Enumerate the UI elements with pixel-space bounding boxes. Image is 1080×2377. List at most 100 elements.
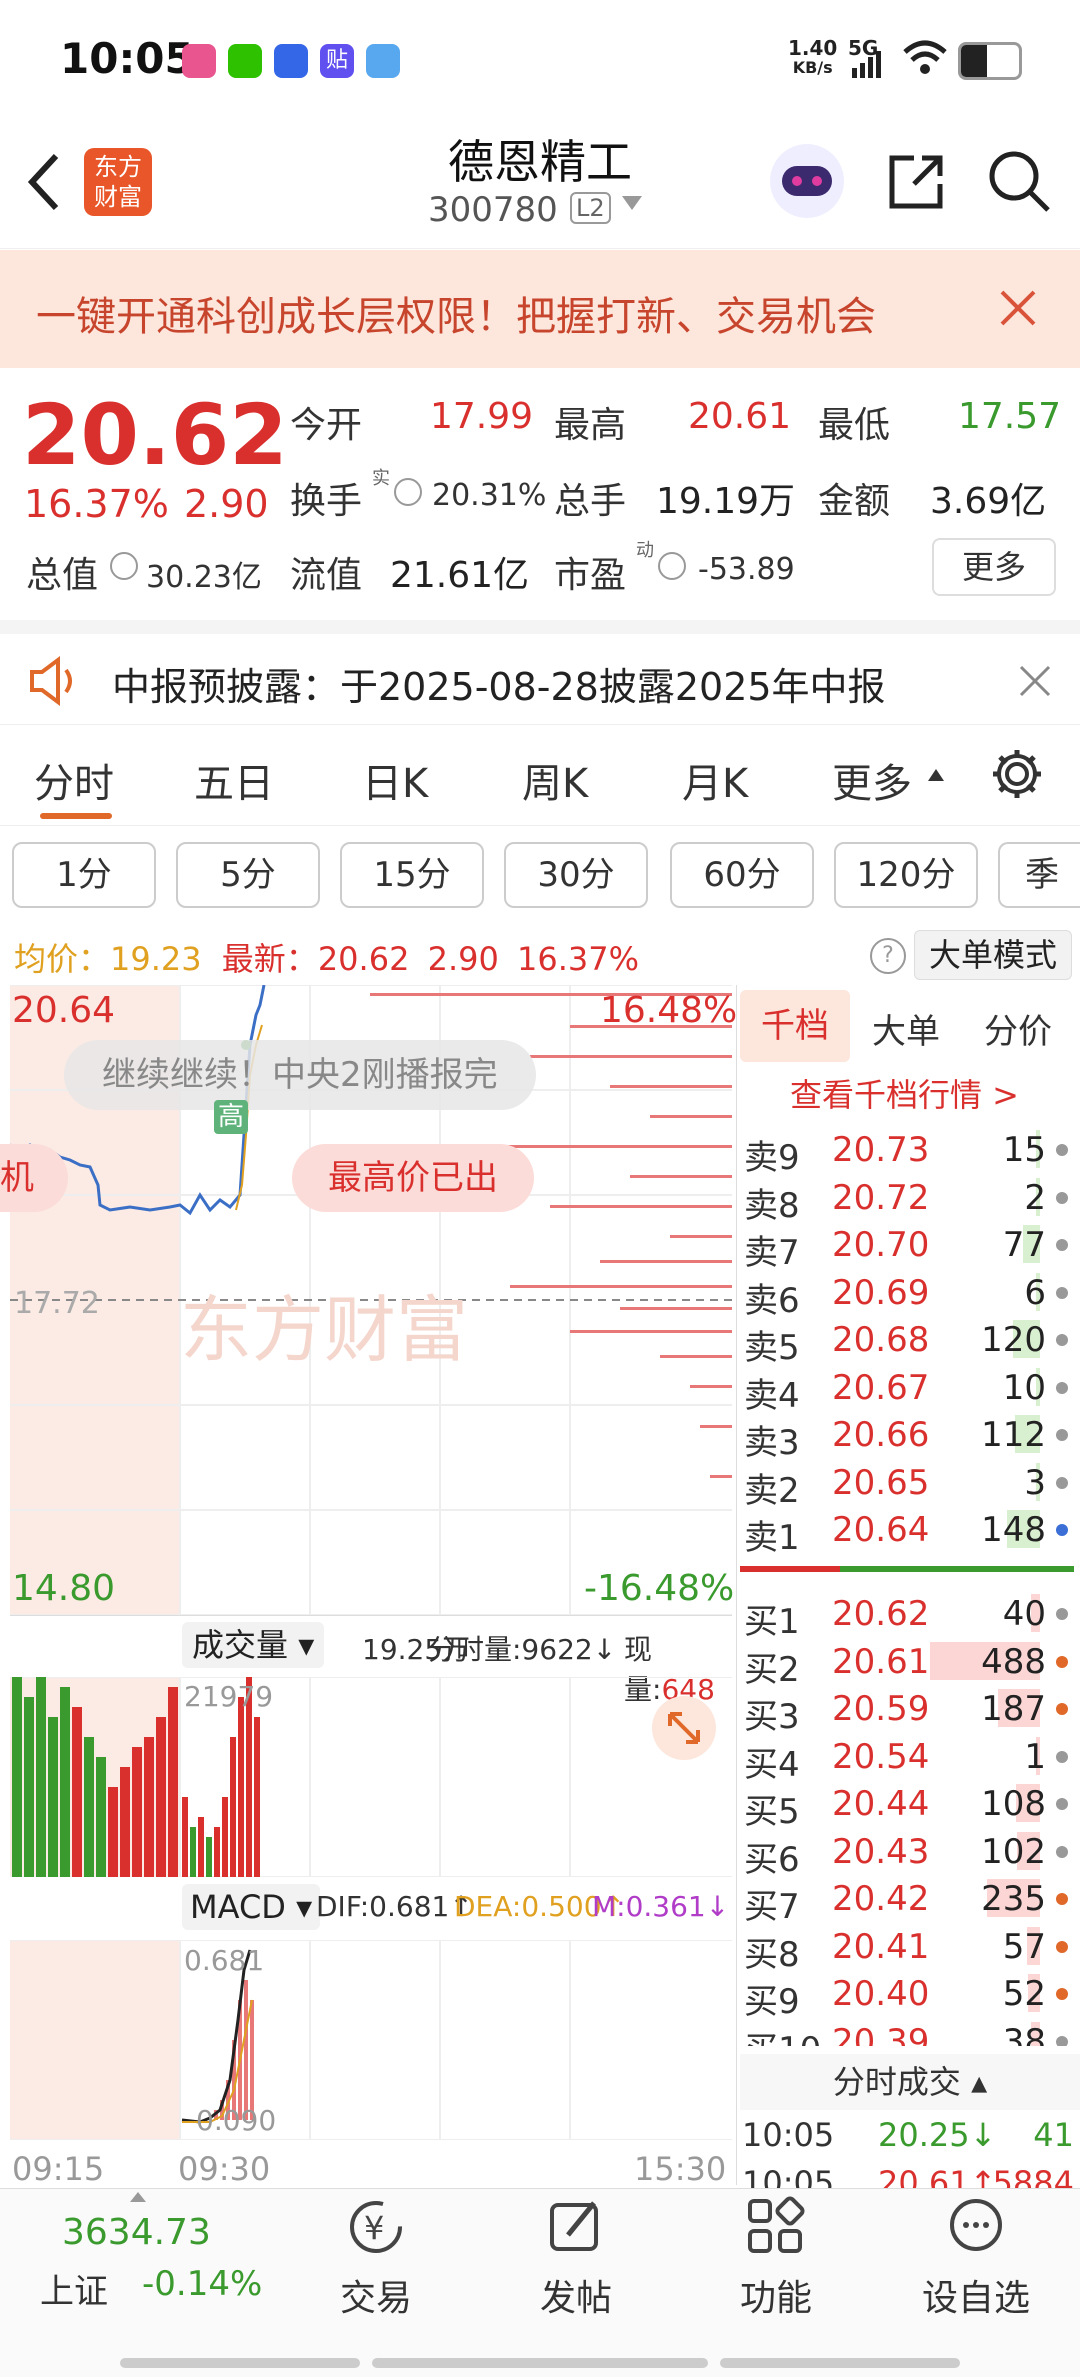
bid-row[interactable]: 买3 20.59 187	[740, 1683, 1080, 1737]
float-label: 流值	[290, 555, 363, 596]
low-label: 最低	[818, 405, 891, 446]
price-info-line: 均价：19.23 最新：20.62 2.90 16.37%	[14, 934, 639, 980]
nav-post[interactable]: 发帖	[506, 2195, 646, 2321]
ask-row[interactable]: 卖4 20.67 10	[740, 1362, 1080, 1416]
help-icon[interactable]: ?	[870, 938, 906, 974]
period-120min[interactable]: 120分	[834, 842, 978, 908]
tab-intraday[interactable]: 分时	[34, 751, 114, 809]
tab-five-day[interactable]: 五日	[194, 751, 274, 809]
ask-row[interactable]: 卖7 20.70 77	[740, 1219, 1080, 1273]
bid-row[interactable]: 买4 20.54 1	[740, 1731, 1080, 1785]
info-icon[interactable]	[110, 552, 138, 580]
info-icon[interactable]	[658, 552, 686, 580]
mktcap-value: 30.23亿	[146, 560, 262, 595]
nav-watchlist[interactable]: 设自选	[906, 2195, 1046, 2321]
notice-bar[interactable]: 中报预披露：于2025-08-28披露2025年中报	[0, 620, 1080, 738]
volume-chart[interactable]	[10, 1677, 732, 1877]
tab-thousand-levels[interactable]: 千档	[740, 990, 850, 1062]
ask-row[interactable]: 卖8 20.72 2	[740, 1172, 1080, 1226]
latest-percent: 16.37%	[517, 940, 640, 978]
period-1min[interactable]: 1分	[12, 842, 156, 908]
bid-row[interactable]: 买9 20.40 52	[740, 1968, 1080, 2022]
tab-daily-k[interactable]: 日K	[362, 751, 428, 809]
view-levels-link[interactable]: 查看千档行情 >	[790, 1070, 1019, 1116]
yy-app-icon	[274, 44, 308, 78]
chevron-up-icon[interactable]	[130, 2192, 146, 2202]
stock-code: 300780	[428, 190, 558, 230]
index-name[interactable]: 上证	[40, 2264, 108, 2313]
nav-label: 发帖	[539, 2278, 612, 2319]
macd-label: MACD	[190, 1888, 286, 1926]
chart-bottom-percent: -16.48%	[584, 1568, 735, 1609]
bid-row[interactable]: 买1 20.62 40	[740, 1588, 1080, 1642]
level-price: 20.72	[832, 1177, 930, 1218]
tab-more[interactable]: 更多	[832, 751, 912, 809]
bid-row[interactable]: 买2 20.61 488	[740, 1636, 1080, 1690]
level-price: 20.65	[832, 1462, 930, 1503]
period-15min[interactable]: 15分	[340, 842, 484, 908]
latest-change: 2.90	[427, 940, 499, 978]
chevron-down-icon[interactable]	[622, 196, 642, 210]
nav-function[interactable]: 功能	[706, 2195, 846, 2321]
scroll-indicator	[120, 2358, 360, 2368]
index-percent[interactable]: -0.14%	[142, 2264, 262, 2304]
notice-text: 中报预披露：于2025-08-28披露2025年中报	[112, 665, 886, 709]
period-5min[interactable]: 5分	[176, 842, 320, 908]
book-divider	[740, 1566, 1074, 1572]
macd-indicator-select[interactable]: MACD ▾	[182, 1884, 321, 1930]
big-order-mode-button[interactable]: 大单模式	[914, 930, 1072, 980]
volume-indicator-select[interactable]: 成交量 ▾	[182, 1622, 325, 1668]
close-icon[interactable]	[998, 288, 1038, 328]
promo-banner[interactable]: 一键开通科创成长层权限！把握打新、交易机会	[0, 250, 1080, 368]
eastmoney-logo[interactable]: 东方 财富	[84, 148, 152, 216]
settings-gear-icon[interactable]	[990, 747, 1044, 801]
expand-icon[interactable]	[652, 1696, 716, 1760]
ask-row[interactable]: 卖9 20.73 15	[740, 1124, 1080, 1178]
tab-monthly-k[interactable]: 月K	[682, 751, 748, 809]
speaker-icon	[30, 656, 72, 706]
chevron-up-icon[interactable]	[928, 769, 944, 781]
index-value[interactable]: 3634.73	[62, 2212, 211, 2253]
tab-price-distribution[interactable]: 分价	[984, 1004, 1052, 1053]
ask-row[interactable]: 卖2 20.65 3	[740, 1457, 1080, 1511]
level-dot	[1056, 1144, 1068, 1156]
tab-big-orders[interactable]: 大单	[872, 1004, 940, 1053]
open-label: 今开	[290, 405, 363, 446]
bid-row[interactable]: 买10 20.39 38	[740, 2016, 1080, 2046]
level2-badge[interactable]: L2	[570, 192, 611, 224]
macd-chart[interactable]	[10, 1940, 732, 2140]
comment-bubble[interactable]: 继续继续！中央2刚播报完	[64, 1040, 536, 1110]
post-icon	[550, 2201, 598, 2251]
period-30min[interactable]: 30分	[504, 842, 648, 908]
tick-row: 10:05 20.61↑ 5884	[740, 2160, 1080, 2188]
bid-row[interactable]: 买7 20.42 235	[740, 1873, 1080, 1927]
ask-row[interactable]: 卖1 20.64 148	[740, 1504, 1080, 1558]
info-icon[interactable]	[394, 478, 422, 506]
ticks-header[interactable]: 分时成交 ▴	[740, 2054, 1080, 2110]
share-icon[interactable]	[884, 150, 948, 214]
bid-row[interactable]: 买5 20.44 108	[740, 1778, 1080, 1832]
level-qty: 187	[981, 1689, 1046, 1729]
level-price: 20.44	[832, 1784, 930, 1824]
stock-name: 德恩精工	[448, 135, 632, 189]
comment-bubble-partial[interactable]: 机	[0, 1144, 68, 1212]
bid-row[interactable]: 买6 20.43 102	[740, 1826, 1080, 1880]
wechat-icon	[228, 44, 262, 78]
close-icon[interactable]	[1018, 664, 1052, 698]
more-button[interactable]: 更多	[932, 538, 1056, 596]
ask-row[interactable]: 卖3 20.66 112	[740, 1409, 1080, 1463]
period-quarter[interactable]: 季	[998, 842, 1080, 908]
back-icon[interactable]	[24, 150, 64, 214]
search-icon[interactable]	[986, 148, 1052, 214]
nav-trade[interactable]: ¥ 交易	[306, 2195, 446, 2321]
tab-weekly-k[interactable]: 周K	[522, 751, 588, 809]
ask-row[interactable]: 卖6 20.69 6	[740, 1267, 1080, 1321]
robot-assistant-icon[interactable]	[770, 144, 844, 218]
period-60min[interactable]: 60分	[670, 842, 814, 908]
level-dot	[1056, 1608, 1068, 1620]
watermark: 东方财富	[180, 1288, 468, 1372]
level-qty: 235	[981, 1879, 1046, 1919]
high-price-bubble[interactable]: 最高价已出	[292, 1144, 534, 1212]
bid-row[interactable]: 买8 20.41 57	[740, 1921, 1080, 1975]
ask-row[interactable]: 卖5 20.68 120	[740, 1314, 1080, 1368]
